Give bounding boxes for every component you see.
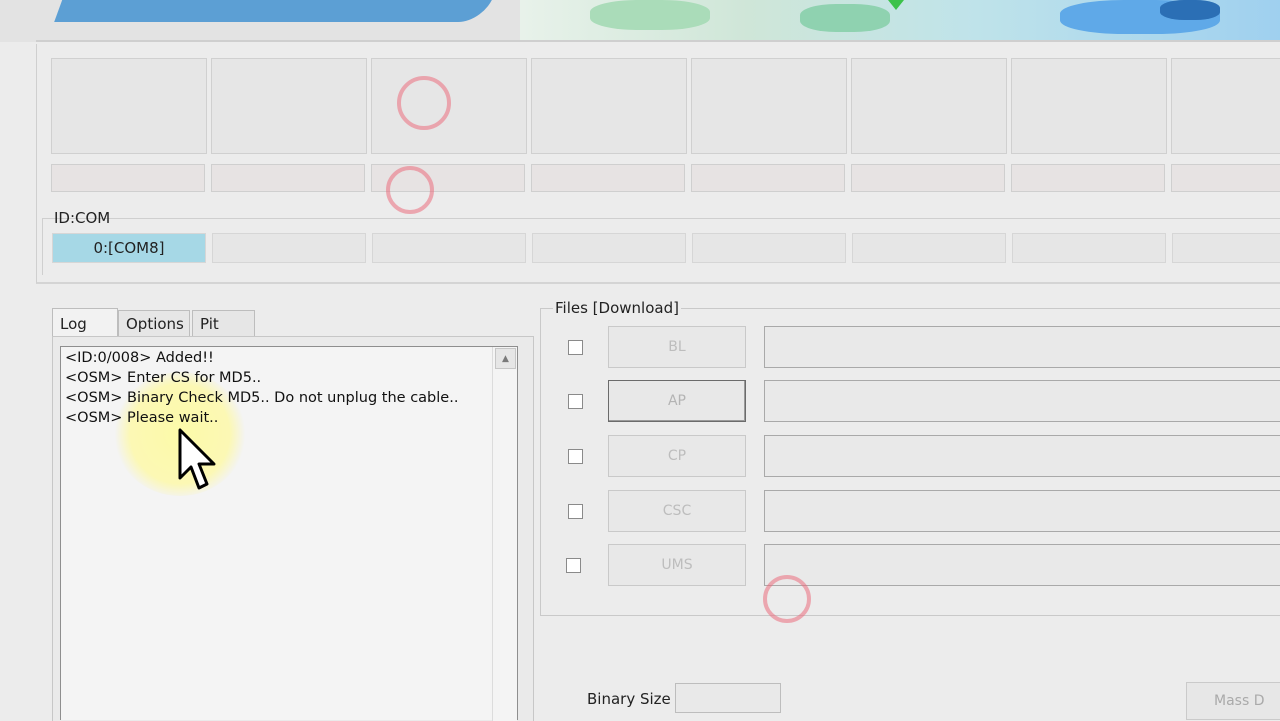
- csc-path-field[interactable]: [764, 490, 1280, 532]
- click-indicator: [763, 575, 811, 623]
- port-status-box: [211, 58, 367, 154]
- com-port-cell[interactable]: [692, 233, 846, 263]
- ums-button[interactable]: UMS: [608, 544, 746, 586]
- port-status-box: [851, 58, 1007, 154]
- com-port-cell[interactable]: [212, 233, 366, 263]
- port-progress-bar: [691, 164, 845, 192]
- port-status-box: [531, 58, 687, 154]
- tab-log[interactable]: Log: [52, 308, 118, 338]
- click-indicator: [397, 76, 451, 130]
- map-pin-icon: [888, 0, 904, 10]
- log-line: <OSM> Binary Check MD5.. Do not unplug t…: [65, 390, 459, 406]
- cp-button[interactable]: CP: [608, 435, 746, 477]
- com-port-cell[interactable]: [852, 233, 1006, 263]
- files-download-label: Files [Download]: [553, 299, 681, 317]
- idcom-label: ID:COM: [54, 209, 111, 227]
- mouse-cursor-icon: [178, 428, 216, 490]
- csc-button[interactable]: CSC: [608, 490, 746, 532]
- ap-path-field[interactable]: [764, 380, 1280, 422]
- com-port-cell[interactable]: 0:[COM8]: [52, 233, 206, 263]
- click-indicator: [386, 166, 434, 214]
- ap-button[interactable]: AP: [608, 380, 746, 422]
- port-progress-bar: [211, 164, 365, 192]
- com-port-cell[interactable]: [1172, 233, 1280, 263]
- tab-options[interactable]: Options: [118, 310, 190, 336]
- port-progress-bar: [51, 164, 205, 192]
- bl-checkbox[interactable]: [568, 340, 583, 355]
- port-status-box: [1171, 58, 1280, 154]
- com-port-cell[interactable]: [532, 233, 686, 263]
- cp-path-field[interactable]: [764, 435, 1280, 477]
- port-progress-bar: [1011, 164, 1165, 192]
- banner-blue-shape: [54, 0, 496, 22]
- log-textarea[interactable]: <ID:0/008> Added!! <OSM> Enter CS for MD…: [60, 346, 518, 721]
- log-line: <OSM> Enter CS for MD5..: [65, 370, 262, 386]
- port-progress-bar: [531, 164, 685, 192]
- com-port-cell[interactable]: [1012, 233, 1166, 263]
- port-status-box: [51, 58, 207, 154]
- log-line: <OSM> Please wait..: [65, 410, 219, 426]
- ap-checkbox[interactable]: [568, 394, 583, 409]
- csc-checkbox[interactable]: [568, 504, 583, 519]
- ums-path-field[interactable]: [764, 544, 1280, 586]
- log-scrollbar[interactable]: ▲: [492, 347, 517, 721]
- port-status-box: [691, 58, 847, 154]
- com-port-cell[interactable]: [372, 233, 526, 263]
- port-status-box: [1011, 58, 1167, 154]
- cp-checkbox[interactable]: [568, 449, 583, 464]
- scroll-up-arrow-icon[interactable]: ▲: [495, 348, 516, 369]
- banner: [0, 0, 1280, 42]
- port-progress-bar: [851, 164, 1005, 192]
- ums-checkbox[interactable]: [566, 558, 581, 573]
- tab-pit[interactable]: Pit: [192, 310, 255, 336]
- port-progress-bar: [1171, 164, 1280, 192]
- bl-path-field[interactable]: [764, 326, 1280, 368]
- log-line: <ID:0/008> Added!!: [65, 350, 214, 366]
- binary-size-field: [675, 683, 781, 713]
- binary-size-label: Binary Size: [587, 690, 671, 708]
- mass-download-button[interactable]: Mass D: [1186, 682, 1280, 720]
- bl-button[interactable]: BL: [608, 326, 746, 368]
